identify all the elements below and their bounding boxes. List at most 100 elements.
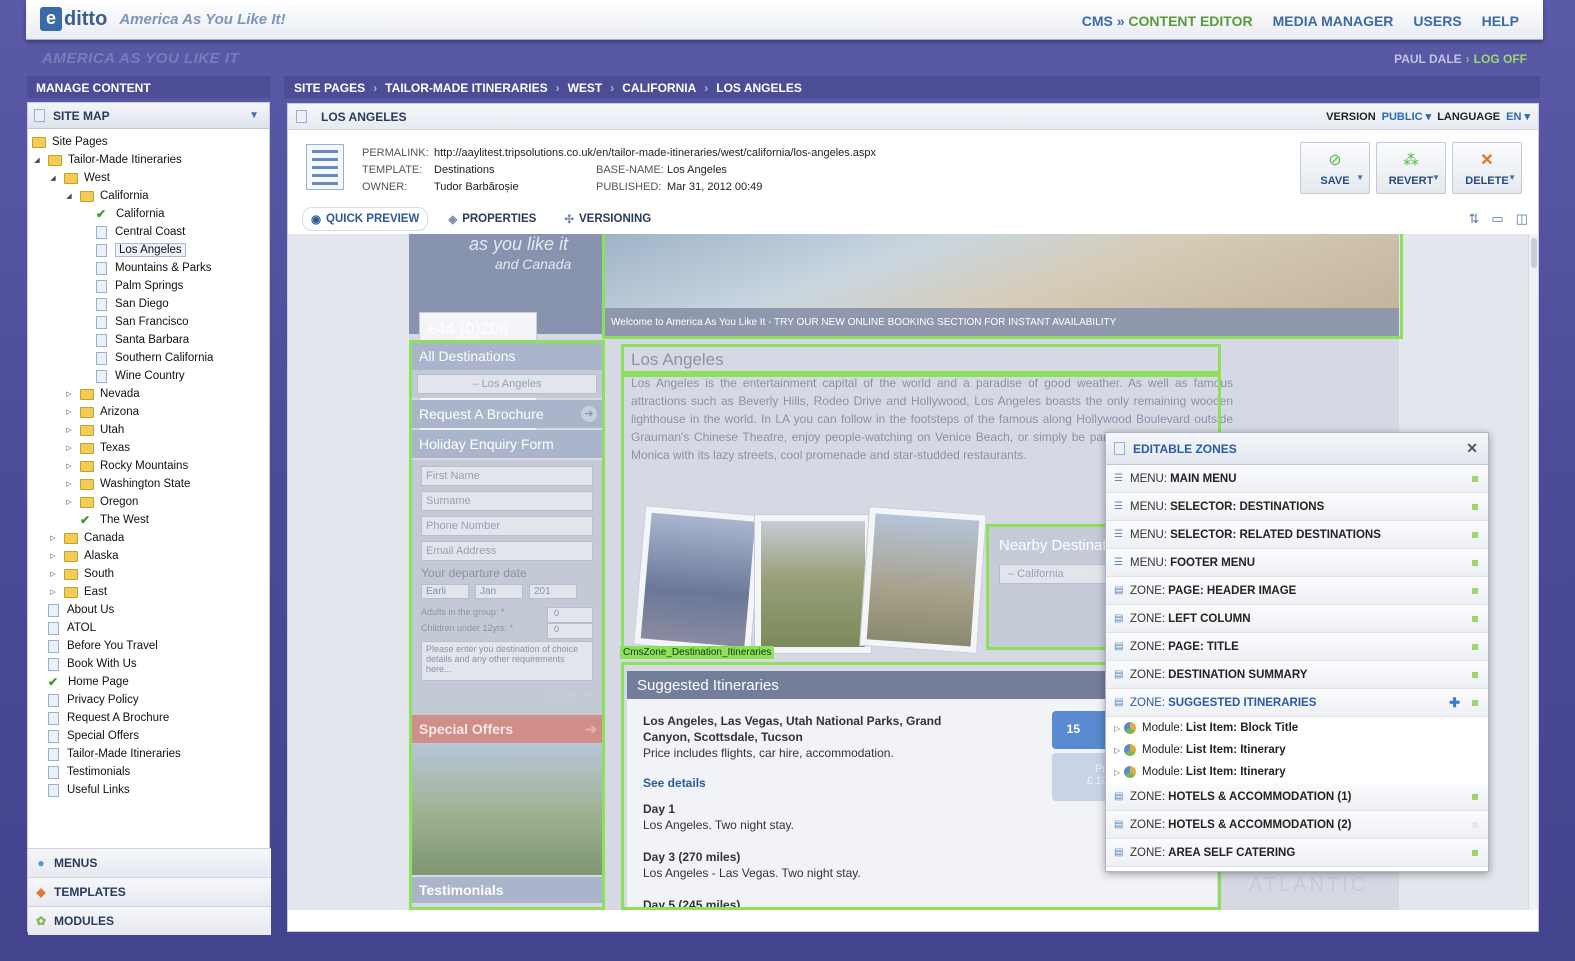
tree-item[interactable]: Privacy Policy <box>32 691 269 709</box>
permalink-value[interactable]: http://aaylitest.tripsolutions.co.uk/en/… <box>434 147 876 159</box>
modules-section[interactable]: ✿ MODULES <box>28 906 271 935</box>
tree-item[interactable]: Useful Links <box>32 781 269 799</box>
tree-item[interactable]: Wine Country <box>32 367 269 385</box>
tree-item[interactable]: Mountains & Parks <box>32 259 269 277</box>
collapsed-icon[interactable]: ▷ <box>64 444 74 452</box>
tree-item[interactable]: Special Offers <box>32 727 269 745</box>
zone-item[interactable]: ☰ MENU: SELECTOR: RELATED DESTINATIONS <box>1106 521 1488 549</box>
tree-item[interactable]: San Francisco <box>32 313 269 331</box>
tree-item-selected[interactable]: Los Angeles <box>32 241 269 259</box>
collapsed-icon[interactable]: ▷ <box>64 498 74 506</box>
tree-item[interactable]: Book With Us <box>32 655 269 673</box>
dropdown-arrow-icon[interactable]: ▼ <box>249 110 259 121</box>
tree-item[interactable]: Palm Springs <box>32 277 269 295</box>
vineyard-photo[interactable] <box>754 514 872 654</box>
zone-item[interactable]: ▤ ZONE: HOTELS & ACCOMMODATION (2) <box>1106 811 1488 839</box>
tree-item[interactable]: Santa Barbara <box>32 331 269 349</box>
site-map-header[interactable]: SITE MAP ▼ <box>28 103 269 129</box>
zone-item[interactable]: ▤ ZONE: AREA SELF CATERING <box>1106 839 1488 867</box>
nav-cms[interactable]: CMS » <box>1082 13 1125 29</box>
editable-zones-header[interactable]: EDITABLE ZONES ✕ <box>1106 433 1488 465</box>
nav-content-editor[interactable]: CMS » CONTENT EDITOR <box>1082 13 1253 29</box>
crumb-site-pages[interactable]: SITE PAGES <box>294 81 365 95</box>
preview-scrollbar[interactable] <box>1528 234 1538 910</box>
tree-item[interactable]: Central Coast <box>32 223 269 241</box>
nav-media-manager[interactable]: MEDIA MANAGER <box>1273 13 1394 29</box>
user-name[interactable]: PAUL DALE <box>1394 52 1462 66</box>
expand-icon[interactable]: ◢ <box>64 192 74 200</box>
zone-item[interactable]: ▤ ZONE: PAGE: TITLE <box>1106 633 1488 661</box>
tree-item[interactable]: San Diego <box>32 295 269 313</box>
module-item[interactable]: ▷ Module: List Item: Itinerary <box>1106 739 1488 761</box>
log-off-link[interactable]: LOG OFF <box>1474 52 1527 66</box>
collapsed-icon[interactable]: ▷ <box>48 534 58 542</box>
revert-button[interactable]: ⁂ REVERT ▼ <box>1376 142 1446 194</box>
zone-item[interactable]: ☰ MENU: FOOTER MENU <box>1106 549 1488 577</box>
templates-section[interactable]: ◆ TEMPLATES <box>28 877 271 906</box>
crumb-california[interactable]: CALIFORNIA <box>622 81 696 95</box>
collapsed-icon[interactable]: ▷ <box>48 588 58 596</box>
crumb-west[interactable]: WEST <box>568 81 603 95</box>
editto-logo[interactable]: e ditto America As You Like It! <box>40 7 285 31</box>
tree-item[interactable]: ✔ The West <box>32 511 269 529</box>
tree-item[interactable]: ▷ East <box>32 583 269 601</box>
dropdown-arrow-icon[interactable]: ▼ <box>1508 173 1516 182</box>
tree-item[interactable]: ▷ Alaska <box>32 547 269 565</box>
collapsed-icon[interactable]: ▷ <box>64 408 74 416</box>
split-view-icon[interactable]: ◫ <box>1516 211 1528 227</box>
tree-item[interactable]: ◢ West <box>32 169 269 187</box>
language-select[interactable]: EN ▾ <box>1506 110 1530 123</box>
tree-item[interactable]: ◢ California <box>32 187 269 205</box>
refresh-icon[interactable]: ⇅ <box>1469 211 1480 227</box>
zone-item-active[interactable]: ▤ ZONE: SUGGESTED ITINERARIES ✚ <box>1106 689 1488 717</box>
zone-item[interactable]: ▤ ZONE: LEFT COLUMN <box>1106 605 1488 633</box>
dropdown-arrow-icon[interactable]: ▼ <box>1356 173 1364 182</box>
tree-item[interactable]: ▷ Utah <box>32 421 269 439</box>
tree-item[interactable]: ▷ Nevada <box>32 385 269 403</box>
tree-item[interactable]: ▷ Canada <box>32 529 269 547</box>
collapsed-icon[interactable]: ▷ <box>64 390 74 398</box>
tree-item[interactable]: ✔ California <box>32 205 269 223</box>
crumb-los-angeles[interactable]: LOS ANGELES <box>716 81 802 95</box>
zone-item[interactable]: ▤ ZONE: HOTELS & ACCOMMODATION (1) <box>1106 783 1488 811</box>
delete-button[interactable]: ✕ DELETE ▼ <box>1452 142 1522 194</box>
add-module-icon[interactable]: ✚ <box>1449 695 1460 711</box>
tab-versioning[interactable]: ✣ VERSIONING <box>556 207 659 231</box>
collapsed-icon[interactable]: ▷ <box>64 480 74 488</box>
collapsed-icon[interactable]: ▷ <box>64 462 74 470</box>
tree-item[interactable]: ATOL <box>32 619 269 637</box>
collapsed-icon[interactable]: ▷ <box>64 426 74 434</box>
tree-item[interactable]: ▷ Washington State <box>32 475 269 493</box>
tab-properties[interactable]: ◈ PROPERTIES <box>440 207 544 231</box>
expand-icon[interactable]: ◢ <box>32 156 42 164</box>
tree-item[interactable]: Southern California <box>32 349 269 367</box>
tree-item[interactable]: ▷ South <box>32 565 269 583</box>
close-icon[interactable]: ✕ <box>1466 440 1478 457</box>
nav-users[interactable]: USERS <box>1413 13 1461 29</box>
tab-quick-preview[interactable]: ◉ QUICK PREVIEW <box>302 207 429 231</box>
dropdown-arrow-icon[interactable]: ▼ <box>1432 173 1440 182</box>
collapsed-icon[interactable]: ▷ <box>1114 724 1124 733</box>
zone-item[interactable]: ▤ ZONE: DESTINATION SUMMARY <box>1106 661 1488 689</box>
tree-item[interactable]: About Us <box>32 601 269 619</box>
nav-content-editor-label[interactable]: CONTENT EDITOR <box>1128 13 1252 29</box>
tree-item[interactable]: ✔ Home Page <box>32 673 269 691</box>
zone-item[interactable]: ☰ MENU: MAIN MENU <box>1106 465 1488 493</box>
module-item[interactable]: ▷ Module: List Item: Itinerary <box>1106 761 1488 783</box>
collapsed-icon[interactable]: ▷ <box>1114 746 1124 755</box>
collapsed-icon[interactable]: ▷ <box>48 552 58 560</box>
save-button[interactable]: ⊘ SAVE ▼ <box>1300 142 1370 194</box>
tree-item[interactable]: ▷ Oregon <box>32 493 269 511</box>
tree-item[interactable]: ▷ Arizona <box>32 403 269 421</box>
tree-item[interactable]: Tailor-Made Itineraries <box>32 745 269 763</box>
module-item[interactable]: ▷ Module: List Item: Block Title <box>1106 717 1488 739</box>
zone-item[interactable]: ☰ MENU: SELECTOR: DESTINATIONS <box>1106 493 1488 521</box>
city-photo[interactable] <box>633 505 763 655</box>
crumb-tailor-made[interactable]: TAILOR-MADE ITINERARIES <box>385 81 547 95</box>
version-select[interactable]: PUBLIC ▾ <box>1382 110 1432 123</box>
tree-item[interactable]: ▷ Rocky Mountains <box>32 457 269 475</box>
zone-item[interactable]: ▤ ZONE: PAGE: HEADER IMAGE <box>1106 577 1488 605</box>
tree-item[interactable]: Request A Brochure <box>32 709 269 727</box>
tree-item[interactable]: Site Pages <box>32 133 269 151</box>
tree-item[interactable]: ▷ Texas <box>32 439 269 457</box>
